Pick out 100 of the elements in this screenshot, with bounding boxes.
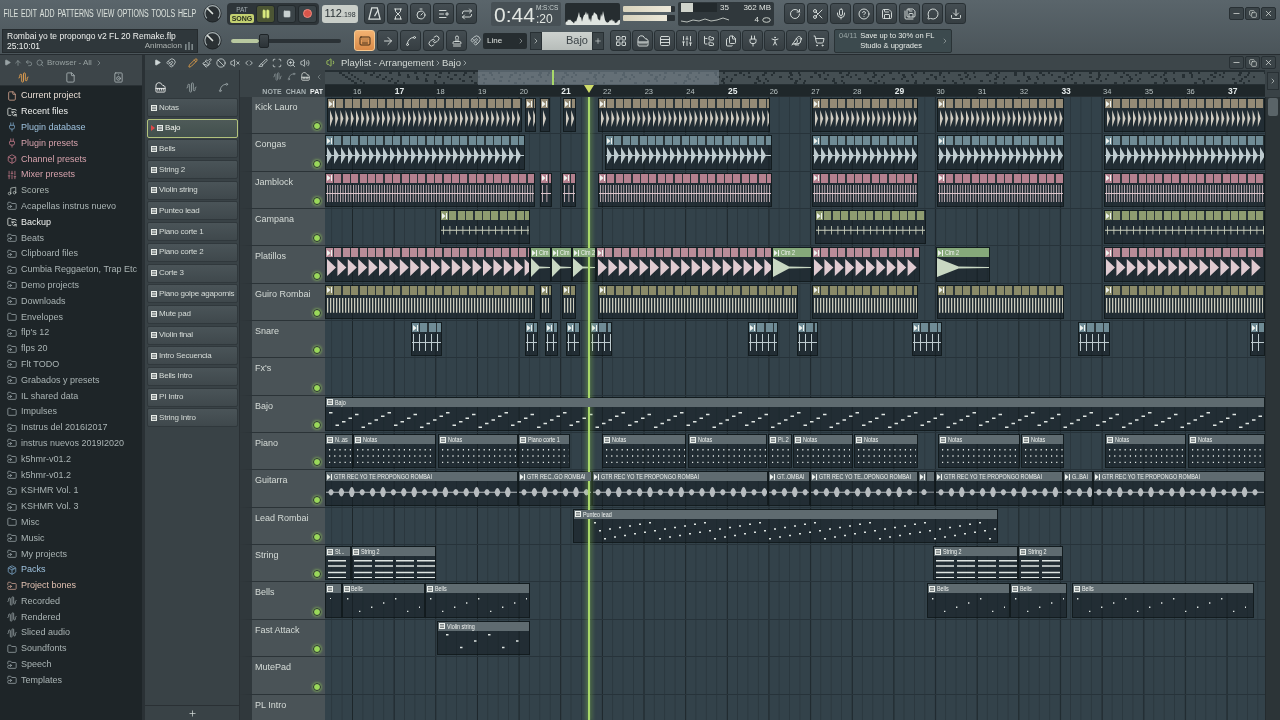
browser-tab[interactable] <box>65 72 77 83</box>
mute-led[interactable] <box>313 383 321 392</box>
record-tool-button[interactable] <box>423 30 444 51</box>
audio-clip[interactable] <box>562 284 576 320</box>
add-pattern-button[interactable] <box>592 31 604 50</box>
audio-clip[interactable] <box>540 172 552 208</box>
browser-item[interactable]: Grabados y presets <box>7 372 142 389</box>
browser-item[interactable]: IL shared data <box>7 388 142 404</box>
audio-clip[interactable] <box>325 284 535 320</box>
browser-item[interactable]: k5hmr-v01.2 <box>7 467 142 483</box>
browser-item[interactable]: Soundfonts <box>7 640 142 657</box>
audio-clip[interactable] <box>1104 284 1265 320</box>
pattern-item[interactable]: String 2 <box>147 160 238 180</box>
snap-button[interactable] <box>164 56 178 69</box>
pattern-item[interactable]: Bajo <box>147 118 238 138</box>
browser-item[interactable]: Downloads <box>7 293 142 310</box>
browser-item[interactable]: KSHMR Vol. 3 <box>7 498 142 515</box>
wait-button[interactable] <box>387 3 408 24</box>
project-button[interactable] <box>720 30 741 51</box>
pattern-clip[interactable] <box>325 583 342 618</box>
audio-clip[interactable] <box>545 322 558 357</box>
tool-button[interactable] <box>298 56 312 69</box>
audio-clip[interactable] <box>1104 210 1265 245</box>
browser-item[interactable]: Clipboard files <box>7 245 142 262</box>
metronome-button[interactable] <box>364 3 385 24</box>
pattern-item[interactable]: Piano corte 2 <box>147 242 238 262</box>
restore-button[interactable] <box>1245 7 1260 20</box>
browser-item[interactable]: Channel presets <box>7 151 142 167</box>
audio-clip[interactable] <box>748 322 778 357</box>
close-button[interactable] <box>1261 7 1276 20</box>
browser-item[interactable]: k5hmr-v01.2 <box>7 451 142 468</box>
mute-led[interactable] <box>313 197 321 206</box>
plugin-button[interactable] <box>742 30 763 51</box>
pattern-item[interactable]: Piano corte 1 <box>147 222 238 242</box>
pattern-item[interactable]: Bells Intro <box>147 366 238 386</box>
chat-button[interactable] <box>922 3 943 24</box>
mute-led[interactable] <box>313 346 321 355</box>
audio-clip[interactable] <box>1104 135 1265 170</box>
audio-clip[interactable] <box>1104 172 1265 208</box>
browser-item[interactable]: Speech <box>7 656 142 673</box>
audio-clip[interactable] <box>440 210 530 245</box>
pattern-item[interactable]: Piano golpe agapornis <box>147 284 238 304</box>
slider-thumb[interactable] <box>259 33 269 48</box>
rotary-knob[interactable] <box>203 31 222 50</box>
restore-button[interactable] <box>1245 56 1260 69</box>
audio-clip[interactable] <box>566 322 580 357</box>
audio-clip[interactable] <box>812 98 918 133</box>
cut-button[interactable] <box>807 3 828 24</box>
pattern-item[interactable]: Corte 3 <box>147 263 238 283</box>
browser-item[interactable]: Impulses <box>7 403 142 420</box>
audio-clip[interactable] <box>598 172 772 208</box>
pattern-item[interactable]: Violin string <box>147 180 238 200</box>
help-button[interactable] <box>853 3 874 24</box>
mute-led[interactable] <box>313 458 321 467</box>
menu-item[interactable]: OPTIONS <box>117 6 149 21</box>
undo-history-button[interactable] <box>784 3 805 24</box>
mute-led[interactable] <box>313 533 321 542</box>
audio-clip[interactable] <box>411 322 442 357</box>
browser-tab[interactable] <box>112 72 124 83</box>
audio-clip[interactable] <box>325 172 535 208</box>
audio-clip[interactable] <box>563 98 576 133</box>
download-button[interactable] <box>945 3 966 24</box>
mixer-button[interactable] <box>676 30 697 51</box>
browser-item[interactable]: Instrus del 2016I2017 <box>7 419 142 436</box>
step-edit-button[interactable] <box>433 3 454 24</box>
audio-clip[interactable] <box>598 284 798 320</box>
audio-clip[interactable] <box>1104 247 1265 282</box>
close-button[interactable] <box>1261 56 1276 69</box>
save-button[interactable] <box>876 3 897 24</box>
record-tool-button[interactable] <box>400 30 421 51</box>
pattern-item[interactable]: String Intro <box>147 408 238 428</box>
audio-clip[interactable] <box>327 98 522 133</box>
audio-clip[interactable] <box>912 322 942 357</box>
picker-tab[interactable] <box>186 82 198 93</box>
mute-led[interactable] <box>313 570 321 579</box>
audio-clip[interactable] <box>598 98 770 133</box>
record-button[interactable] <box>298 4 317 23</box>
tool-button[interactable] <box>214 56 228 69</box>
audio-clip[interactable] <box>525 322 538 357</box>
export-button[interactable] <box>899 3 920 24</box>
browser-item[interactable]: Rendered <box>7 609 142 626</box>
audio-clip[interactable] <box>937 172 1064 208</box>
performance-button[interactable] <box>764 30 785 51</box>
audio-clip[interactable] <box>812 247 920 282</box>
browser-item[interactable]: Mixer presets <box>7 167 142 183</box>
tool-button[interactable] <box>270 56 284 69</box>
mute-led[interactable] <box>313 645 321 654</box>
pause-button[interactable] <box>256 4 275 23</box>
minimize-button[interactable] <box>1229 7 1244 20</box>
tool-button[interactable] <box>228 56 242 69</box>
audio-clip[interactable] <box>540 284 552 320</box>
audio-clip[interactable] <box>1250 322 1265 357</box>
loop-record-button[interactable] <box>456 3 477 24</box>
microphone-button[interactable] <box>830 3 851 24</box>
audio-clip[interactable] <box>1078 322 1110 357</box>
menu-item[interactable]: FILE <box>3 6 19 21</box>
countdown-button[interactable] <box>410 3 431 24</box>
menu-item[interactable]: TOOLS <box>151 6 176 21</box>
browser-item[interactable]: Current project <box>7 88 142 104</box>
menu-item[interactable]: VIEW <box>96 6 115 21</box>
